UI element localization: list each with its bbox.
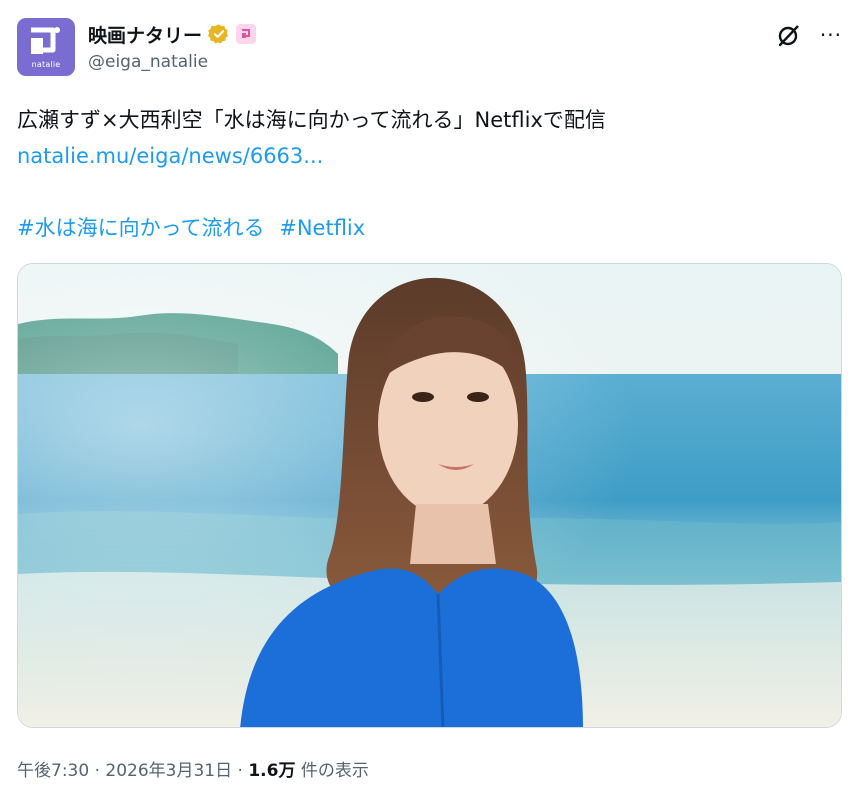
tweet-date[interactable]: 2026年3月31日: [105, 761, 232, 781]
news-link[interactable]: natalie.mu/eiga/news/6663...: [17, 144, 323, 168]
tweet-text: 広瀬すず×大西利空「水は海に向かって流れる」Netflixで配信: [17, 108, 606, 132]
account-name-row: 映画ナタリー: [88, 20, 257, 48]
grok-icon[interactable]: [776, 22, 802, 48]
tweet-meta: 午後7:30 · 2026年3月31日 · 1.6万 件の表示: [17, 756, 369, 781]
hashtag-link[interactable]: #水は海に向かって流れる: [17, 216, 265, 240]
meta-separator: ·: [232, 761, 249, 781]
hashtags: #水は海に向かって流れる #Netflix: [17, 212, 373, 242]
more-options-icon[interactable]: ···: [820, 25, 842, 45]
tweet-photo[interactable]: [17, 263, 842, 728]
hashtag-link[interactable]: #Netflix: [279, 216, 365, 240]
natalie-affiliate-icon: [242, 29, 251, 38]
avatar[interactable]: natalie: [17, 18, 75, 76]
tweet-time[interactable]: 午後7:30: [17, 761, 89, 781]
display-name[interactable]: 映画ナタリー: [88, 21, 202, 48]
avatar-caption: natalie: [31, 60, 61, 69]
affiliate-badge-icon[interactable]: [236, 24, 257, 44]
verified-badge-icon: [208, 24, 228, 44]
views-label: 件の表示: [295, 761, 369, 781]
views-count: 1.6万: [248, 761, 296, 781]
tweet-toolbar: ···: [776, 22, 842, 48]
natalie-logo-icon: [31, 27, 60, 54]
account-handle[interactable]: @eiga_natalie: [88, 52, 208, 72]
portrait-photo: [18, 264, 841, 727]
meta-separator: ·: [89, 761, 106, 781]
